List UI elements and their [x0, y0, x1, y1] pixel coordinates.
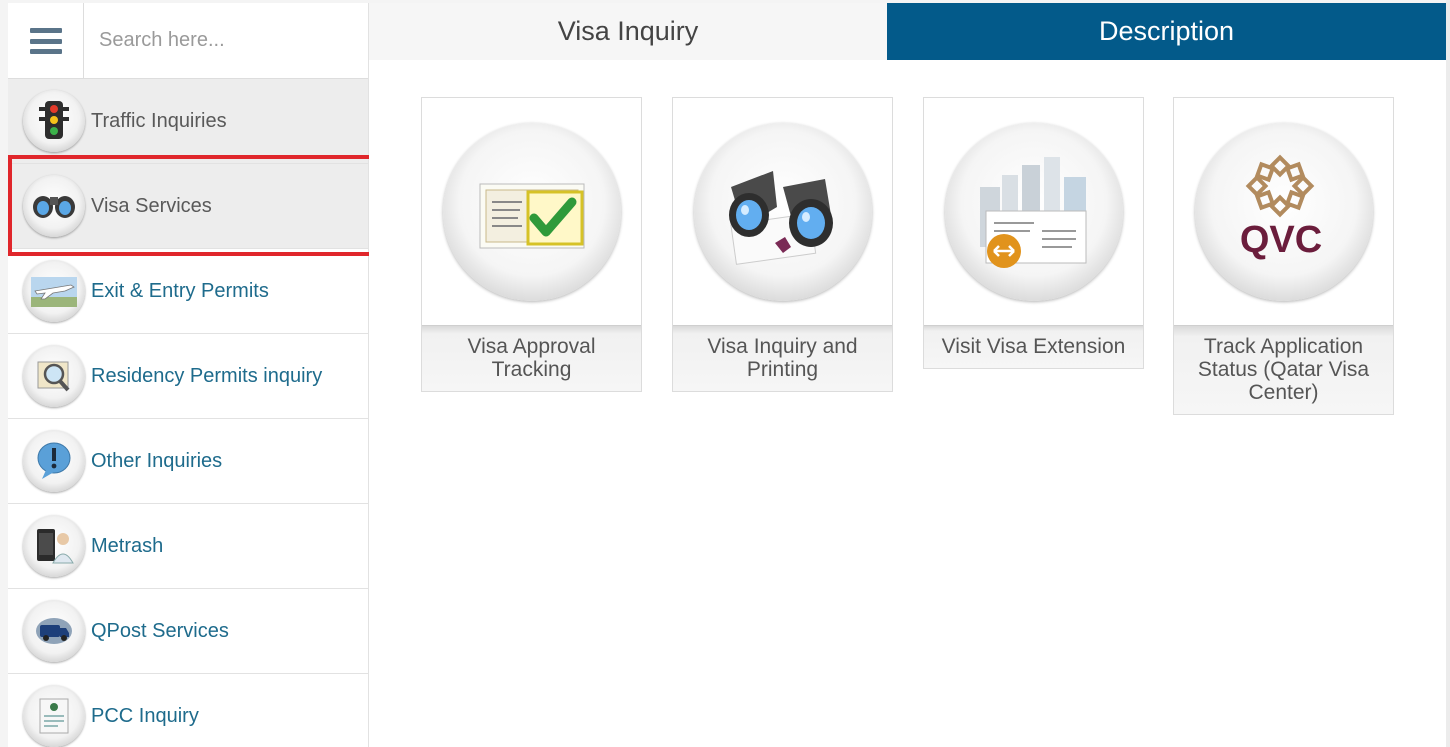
hamburger-icon — [29, 28, 62, 54]
sidebar: Traffic Inquiries Visa Services Exit & E… — [8, 3, 369, 747]
sidebar-item-exit-entry-permits[interactable]: Exit & Entry Permits — [8, 249, 368, 334]
binoculars-icon — [23, 175, 85, 237]
approved-document-icon — [442, 122, 621, 301]
qvc-logo-icon: QVC — [1194, 122, 1373, 301]
sidebar-item-label: PCC Inquiry — [91, 704, 199, 727]
sidebar-item-qpost-services[interactable]: QPost Services — [8, 589, 368, 674]
sidebar-item-label: Exit & Entry Permits — [91, 279, 269, 302]
sidebar-item-traffic-inquiries[interactable]: Traffic Inquiries — [8, 79, 368, 164]
sidebar-item-label: Metrash — [91, 534, 164, 557]
service-card-visit-visa-extension[interactable]: Visit Visa Extension — [923, 97, 1144, 369]
tab-bar: Visa Inquiry Description — [369, 3, 1446, 60]
search-input[interactable] — [84, 3, 368, 78]
card-label: Visa Approval Tracking — [422, 325, 641, 391]
binoculars-icon — [693, 122, 872, 301]
page-edge — [1446, 0, 1450, 747]
visa-extension-icon — [944, 122, 1123, 301]
phone-user-icon — [23, 515, 85, 577]
delivery-van-icon — [23, 600, 85, 662]
sidebar-item-label: Visa Services — [91, 194, 212, 217]
search-bar — [8, 3, 368, 79]
sidebar-item-label: QPost Services — [91, 619, 229, 642]
sidebar-item-residency-permits[interactable]: Residency Permits inquiry — [8, 334, 368, 419]
airplane-icon — [23, 260, 85, 322]
card-label: Visa Inquiry and Printing — [673, 325, 892, 391]
sidebar-item-label: Traffic Inquiries — [91, 109, 227, 132]
sidebar-item-pcc-inquiry[interactable]: PCC Inquiry — [8, 674, 368, 747]
qvc-logo-text: QVC — [1239, 219, 1321, 261]
card-label: Visit Visa Extension — [924, 325, 1143, 368]
sidebar-item-visa-services[interactable]: Visa Services — [8, 164, 368, 249]
main-content: Visa Approval Tracking Visa Inquiry and … — [369, 60, 1446, 747]
tab-visa-inquiry[interactable]: Visa Inquiry — [369, 3, 887, 60]
sidebar-item-other-inquiries[interactable]: Other Inquiries — [8, 419, 368, 504]
tab-description[interactable]: Description — [887, 3, 1446, 60]
menu-button[interactable] — [8, 3, 84, 79]
service-card-track-application-qvc[interactable]: QVC Track Application Status (Qatar Visa… — [1173, 97, 1394, 415]
card-label: Track Application Status (Qatar Visa Cen… — [1174, 325, 1393, 414]
traffic-light-icon — [23, 90, 85, 152]
service-card-visa-inquiry-printing[interactable]: Visa Inquiry and Printing — [672, 97, 893, 392]
sidebar-item-label: Other Inquiries — [91, 449, 223, 472]
sidebar-item-metrash[interactable]: Metrash — [8, 504, 368, 589]
exclamation-bubble-icon — [23, 430, 85, 492]
certificate-icon — [23, 685, 85, 747]
service-card-visa-approval-tracking[interactable]: Visa Approval Tracking — [421, 97, 642, 392]
sidebar-item-label: Residency Permits inquiry — [91, 364, 323, 387]
magnifier-document-icon — [23, 345, 85, 407]
